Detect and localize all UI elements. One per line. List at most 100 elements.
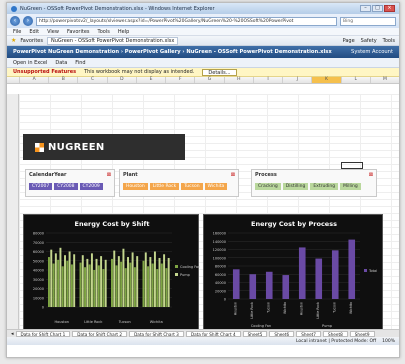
column-header[interactable]: I bbox=[252, 77, 282, 83]
slicer-title: CalendarYear bbox=[29, 172, 67, 178]
open-in-excel-button[interactable]: Open in Excel bbox=[13, 60, 47, 66]
zoom-level[interactable]: 100% bbox=[382, 339, 395, 344]
safety-menu[interactable]: Safety bbox=[361, 38, 377, 44]
menu-help[interactable]: Help bbox=[118, 29, 129, 35]
slicer-item[interactable]: CY2009 bbox=[79, 183, 103, 190]
bar bbox=[59, 247, 62, 307]
sheet-tab[interactable]: Sheet7 bbox=[296, 330, 321, 337]
spreadsheet-area[interactable]: NUGREEN CalendarYear ⊠ CY2007 CY2008 CY20… bbox=[7, 94, 399, 345]
sheet-tab[interactable]: Data for Shift Chart 3 bbox=[129, 330, 184, 337]
category-label: Houston bbox=[299, 302, 303, 315]
clear-filter-icon[interactable]: ⊠ bbox=[231, 172, 235, 178]
y-tick-label: 80000 bbox=[33, 232, 44, 236]
column-header[interactable]: G bbox=[194, 77, 223, 83]
slicer-item[interactable]: Tucson bbox=[181, 183, 203, 190]
sheet-tab[interactable]: Data for Shift Chart 4 bbox=[185, 330, 241, 337]
star-icon[interactable]: ★ bbox=[11, 37, 16, 44]
bar bbox=[88, 264, 91, 307]
bar bbox=[115, 265, 118, 307]
bar bbox=[127, 257, 129, 307]
slicer-item[interactable]: Houston bbox=[123, 183, 148, 190]
slicer-item[interactable]: Extruding bbox=[310, 183, 339, 190]
slicer-item[interactable]: CY2008 bbox=[54, 183, 78, 190]
chart-energy-cost-by-shift[interactable]: Energy Cost by Shift 80000 70000 60000 50000… bbox=[23, 214, 200, 332]
column-header[interactable]: D bbox=[106, 77, 136, 83]
forward-button[interactable]: › bbox=[23, 16, 33, 26]
user-menu[interactable]: System Account bbox=[351, 49, 393, 55]
slicer-item[interactable]: Distilling bbox=[282, 183, 309, 190]
bar bbox=[73, 254, 76, 307]
column-header[interactable]: H bbox=[223, 77, 253, 83]
column-header[interactable]: C bbox=[77, 77, 106, 83]
sheet-tab[interactable]: Sheet8 bbox=[322, 330, 348, 337]
security-zone: Local intranet | Protected Mode: Off bbox=[295, 338, 377, 344]
column-header[interactable]: L bbox=[340, 77, 370, 83]
bar bbox=[61, 266, 64, 307]
y-tick-label: 60000 bbox=[215, 273, 226, 277]
slicer-plant: Plant ⊠ Houston Little Rock Tucson Wichit… bbox=[119, 169, 239, 197]
column-header[interactable]: J bbox=[282, 77, 311, 83]
bar bbox=[249, 274, 257, 299]
sheet-tab[interactable]: Data for Shift Chart 1 bbox=[15, 330, 71, 337]
find-button[interactable]: Find bbox=[75, 60, 85, 66]
sheet-tab[interactable]: Sheet6 bbox=[269, 330, 295, 337]
column-header[interactable]: K bbox=[311, 77, 341, 83]
bar bbox=[50, 249, 53, 307]
slicer-title: Plant bbox=[123, 172, 138, 178]
selected-cell[interactable] bbox=[341, 162, 363, 169]
slicer-item[interactable]: CY2007 bbox=[29, 183, 53, 190]
ie-logo-icon bbox=[11, 5, 17, 12]
search-input[interactable]: Bing bbox=[340, 16, 396, 26]
page-menu[interactable]: Page bbox=[343, 38, 355, 44]
address-bar[interactable]: http://powerpivotsv2/_layouts/xlviewer.a… bbox=[36, 16, 337, 26]
details-button[interactable]: Details... bbox=[202, 68, 237, 76]
slicer-item[interactable]: Wichita bbox=[204, 183, 228, 190]
bar bbox=[48, 257, 50, 307]
sharepoint-ribbon: PowerPivot NuGreen Demonstration › Power… bbox=[7, 46, 399, 58]
category-label: Little Rock bbox=[316, 302, 320, 319]
menu-edit[interactable]: Edit bbox=[29, 29, 39, 35]
sheet-tab[interactable]: Sheet9 bbox=[349, 330, 375, 337]
bar bbox=[282, 275, 290, 299]
menu-tools[interactable]: Tools bbox=[98, 29, 110, 35]
bar bbox=[122, 248, 125, 307]
column-header[interactable]: B bbox=[48, 77, 77, 83]
sheet-tab[interactable]: Data for Shift Chart 2 bbox=[72, 330, 128, 337]
tools-menu[interactable]: Tools bbox=[383, 38, 395, 44]
slicer-item[interactable]: Milling bbox=[340, 183, 361, 190]
menu-bar: File Edit View Favorites Tools Help bbox=[7, 28, 399, 36]
first-sheet-icon[interactable]: ◂ bbox=[11, 331, 14, 337]
address-row: ‹ › http://powerpivotsv2/_layouts/xlview… bbox=[7, 14, 399, 28]
bar bbox=[156, 269, 159, 307]
maximize-button[interactable]: □ bbox=[372, 5, 383, 12]
row-headers bbox=[7, 94, 19, 345]
back-button[interactable]: ‹ bbox=[10, 16, 20, 26]
column-header[interactable]: E bbox=[135, 77, 165, 83]
slicer-item[interactable]: Cracking bbox=[255, 183, 281, 190]
sheet-tab[interactable]: Sheet5 bbox=[242, 330, 268, 337]
column-header[interactable]: A bbox=[19, 77, 48, 83]
infobar-label: Unsupported Features bbox=[13, 69, 77, 75]
category-label: Little Rock bbox=[250, 302, 254, 319]
breadcrumb[interactable]: PowerPivot NuGreen Demonstration › Power… bbox=[13, 49, 332, 55]
column-header[interactable]: M bbox=[369, 77, 399, 83]
y-tick-label: 60000 bbox=[33, 250, 44, 254]
slicer-item[interactable]: Little Rock bbox=[149, 183, 180, 190]
clear-filter-icon[interactable]: ⊠ bbox=[369, 172, 373, 178]
y-tick-label: 10000 bbox=[33, 296, 44, 300]
bar bbox=[52, 263, 55, 307]
chart-energy-cost-by-process[interactable]: Energy Cost by Process 160000 140000 120000… bbox=[203, 214, 383, 332]
clear-filter-icon[interactable]: ⊠ bbox=[107, 172, 111, 178]
menu-favorites[interactable]: Favorites bbox=[67, 29, 90, 35]
favorites-button[interactable]: Favorites bbox=[20, 38, 43, 44]
menu-file[interactable]: File bbox=[13, 29, 21, 35]
close-button[interactable]: × bbox=[384, 5, 395, 12]
column-header[interactable]: F bbox=[165, 77, 194, 83]
minimize-button[interactable]: – bbox=[360, 5, 371, 12]
browser-tab[interactable]: NuGreen - OSSoft PowerPivot Demonstratio… bbox=[46, 36, 179, 45]
data-menu[interactable]: Data bbox=[55, 60, 67, 66]
group-label: Pump bbox=[322, 324, 333, 328]
legend-swatch bbox=[175, 265, 178, 268]
menu-view[interactable]: View bbox=[47, 29, 59, 35]
bar bbox=[93, 270, 96, 307]
